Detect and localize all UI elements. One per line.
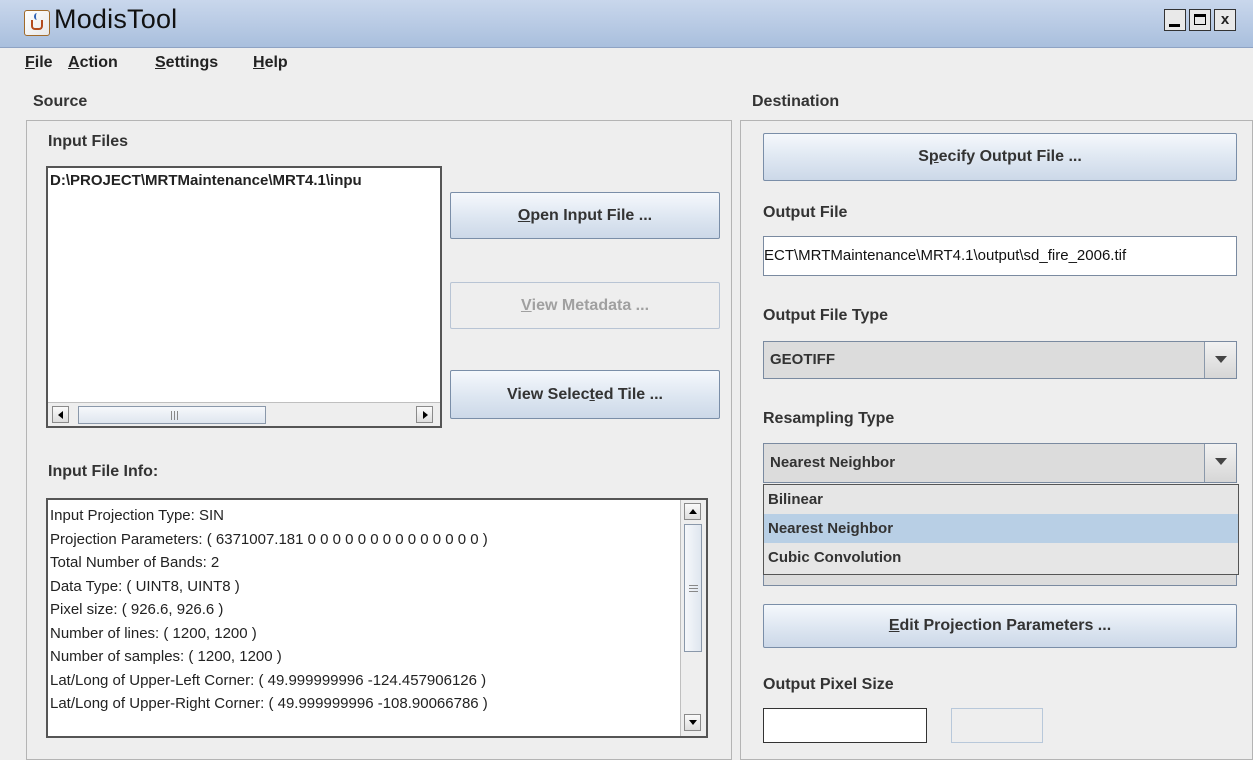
pixel-size-unit-combo xyxy=(951,708,1043,743)
input-files-list[interactable]: D:\PROJECT\MRTMaintenance\MRT4.1\inpu xyxy=(46,166,442,428)
minimize-icon xyxy=(1169,24,1180,27)
list-item[interactable]: D:\PROJECT\MRTMaintenance\MRT4.1\inpu xyxy=(50,172,438,189)
resampling-type-combo[interactable]: Nearest Neighbor xyxy=(763,443,1237,483)
output-pixel-size-label: Output Pixel Size xyxy=(763,676,894,693)
resampling-type-value: Nearest Neighbor xyxy=(770,454,896,471)
title-bar[interactable]: ModisTool x xyxy=(0,0,1253,48)
specify-output-file-button[interactable]: Sp ecify Output File ... xyxy=(763,133,1237,181)
info-line: Projection Parameters: ( 6371007.181 0 0… xyxy=(50,530,488,548)
chevron-down-icon[interactable] xyxy=(1204,444,1236,482)
arrow-right-icon xyxy=(423,411,428,419)
view-metadata-button[interactable]: View Metadata ... xyxy=(450,282,720,329)
source-label: Source xyxy=(33,93,88,110)
scroll-left-button[interactable] xyxy=(52,406,69,423)
info-line: Total Number of Bands: 2 xyxy=(50,554,220,571)
info-line: Number of samples: ( 1200, 1200 ) xyxy=(50,648,282,665)
menu-bar: File Action Settings Help xyxy=(0,48,1253,80)
close-button[interactable]: x xyxy=(1214,9,1236,31)
view-selected-tile-button[interactable]: View Selec t ed Tile ... xyxy=(450,370,720,419)
dropdown-option-cubic-convolution[interactable]: Cubic Convolution xyxy=(764,543,1238,572)
vertical-scrollbar[interactable] xyxy=(680,500,706,736)
maximize-button[interactable] xyxy=(1189,9,1211,31)
maximize-icon xyxy=(1194,14,1206,25)
scroll-right-button[interactable] xyxy=(416,406,433,423)
output-file-type-combo[interactable]: GEOTIFF xyxy=(763,341,1237,379)
input-file-info-textarea[interactable]: Input Projection Type: SIN Projection Pa… xyxy=(46,498,708,738)
arrow-left-icon xyxy=(58,411,63,419)
output-file-type-value: GEOTIFF xyxy=(770,351,835,368)
input-file-info-label: Input File Info: xyxy=(48,463,159,480)
menu-help[interactable]: Help xyxy=(253,54,288,72)
open-input-file-button[interactable]: Open Input File ... xyxy=(450,192,720,239)
info-line: Input Projection Type: SIN xyxy=(50,507,224,524)
java-app-icon xyxy=(24,10,50,36)
edit-projection-parameters-button[interactable]: Edit Projection Parameters ... xyxy=(763,604,1237,648)
output-pixel-size-field[interactable] xyxy=(763,708,927,743)
input-files-label: Input Files xyxy=(48,133,128,150)
scroll-up-button[interactable] xyxy=(684,503,701,520)
minimize-button[interactable] xyxy=(1164,9,1186,31)
resampling-dropdown-list[interactable]: Bilinear Nearest Neighbor Cubic Convolut… xyxy=(763,484,1239,575)
scroll-thumb[interactable] xyxy=(684,524,702,652)
info-line: Pixel size: ( 926.6, 926.6 ) xyxy=(50,601,224,618)
menu-settings[interactable]: Settings xyxy=(155,54,218,72)
info-line: Lat/Long of Upper-Left Corner: ( 49.9999… xyxy=(50,671,487,689)
menu-file[interactable]: File xyxy=(25,54,53,72)
destination-label: Destination xyxy=(752,93,840,110)
window-title: ModisTool xyxy=(54,4,178,34)
resampling-type-label: Resampling Type xyxy=(763,410,895,427)
scroll-thumb[interactable] xyxy=(78,406,266,424)
info-line: Data Type: ( UINT8, UINT8 ) xyxy=(50,577,240,595)
dropdown-option-bilinear[interactable]: Bilinear xyxy=(764,485,1238,514)
info-lines: Input Projection Type: SIN Projection Pa… xyxy=(50,504,680,716)
dropdown-option-nearest-neighbor[interactable]: Nearest Neighbor xyxy=(764,514,1238,543)
close-icon: x xyxy=(1220,11,1230,28)
scroll-down-button[interactable] xyxy=(684,714,701,731)
chevron-down-icon[interactable] xyxy=(1204,342,1236,378)
output-file-type-label: Output File Type xyxy=(763,307,889,324)
output-file-field[interactable]: ECT\MRTMaintenance\MRT4.1\output\sd_fire… xyxy=(763,236,1237,276)
menu-action[interactable]: Action xyxy=(68,54,118,72)
info-line: Number of lines: ( 1200, 1200 ) xyxy=(50,624,257,642)
horizontal-scrollbar[interactable] xyxy=(48,402,440,426)
info-line: Lat/Long of Upper-Right Corner: ( 49.999… xyxy=(50,695,488,712)
arrow-up-icon xyxy=(689,509,697,514)
arrow-down-icon xyxy=(689,720,697,725)
output-file-label: Output File xyxy=(763,204,848,221)
